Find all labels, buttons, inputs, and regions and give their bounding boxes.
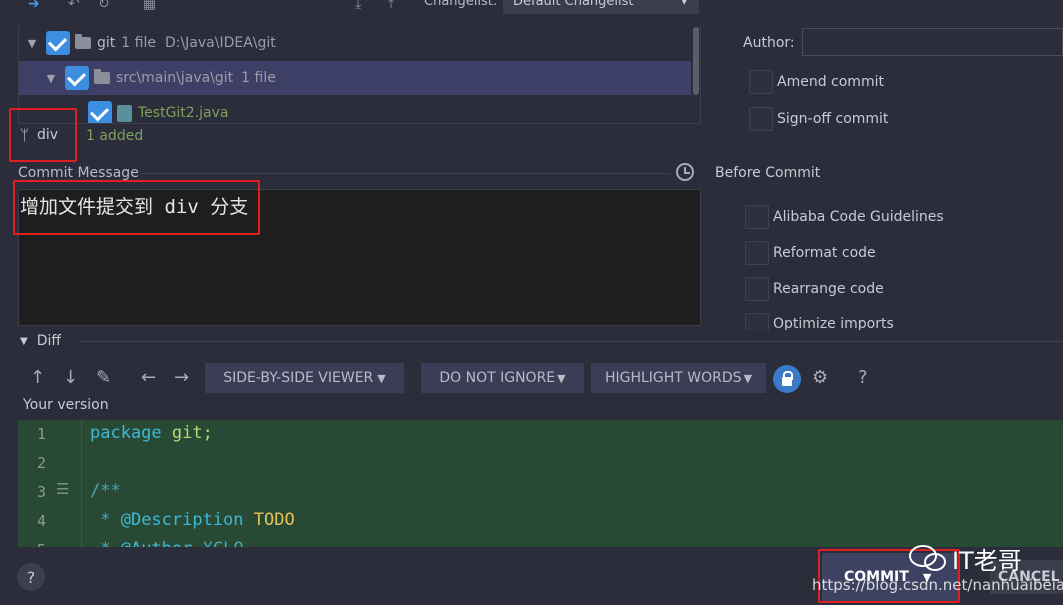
changes-tree: ▼ git 1 file D:\Java\IDEA\git ▼ src\main… — [18, 25, 701, 124]
undo-icon[interactable]: ↶ — [68, 0, 80, 12]
watermark-brand: IT老哥 — [952, 547, 1022, 575]
prev-diff-icon[interactable]: ↑ — [30, 367, 45, 388]
changelist-value: Default Changelist — [513, 0, 634, 9]
code-line: 3 ☰ /** — [18, 478, 1063, 507]
viewer-mode-label: SIDE-BY-SIDE VIEWER — [223, 370, 374, 386]
line-number: 3 — [36, 483, 46, 501]
rearrange-label: Rearrange code — [773, 281, 884, 297]
code-text: package git; — [90, 423, 213, 443]
rearrange-option[interactable]: Rearrange code — [745, 277, 884, 301]
next-diff-icon[interactable]: ↓ — [63, 367, 78, 388]
alibaba-option[interactable]: Alibaba Code Guidelines — [745, 205, 944, 229]
tree-row-root[interactable]: ▼ git 1 file D:\Java\IDEA\git — [19, 26, 691, 60]
back-icon[interactable]: ← — [141, 367, 156, 388]
line-number: 2 — [36, 454, 46, 472]
your-version-label: Your version — [23, 397, 109, 413]
chevron-down-icon: ▼ — [377, 371, 386, 385]
viewer-mode-dropdown[interactable]: SIDE-BY-SIDE VIEWER ▼ — [205, 363, 404, 393]
signoff-option[interactable]: Sign-off commit — [749, 107, 888, 131]
folder-count: 1 file — [241, 70, 276, 86]
highlight-label: HIGHLIGHT WORDS — [604, 370, 742, 386]
line-number: 1 — [36, 425, 46, 443]
forward-icon[interactable]: → — [174, 367, 189, 388]
ignore-label: DO NOT IGNORE — [439, 370, 556, 386]
chevron-down-icon: ▼ — [557, 371, 566, 385]
reformat-label: Reformat code — [773, 245, 876, 261]
folder-path: src\main\java\git — [116, 70, 234, 86]
tree-row-file[interactable]: TestGit2.java — [19, 96, 691, 123]
help-icon[interactable]: ? — [858, 367, 868, 388]
code-line: 4 * @Description TODO — [18, 507, 1063, 536]
history-clock-icon[interactable] — [676, 163, 694, 181]
divider — [140, 173, 670, 174]
code-text: * @Author XCLO — [90, 539, 243, 547]
root-path: D:\Java\IDEA\git — [164, 35, 276, 51]
alibaba-checkbox[interactable] — [745, 205, 769, 229]
java-file-icon — [117, 104, 132, 122]
root-count: 1 file — [121, 35, 156, 51]
expand-arrow-icon[interactable]: ▼ — [24, 37, 40, 50]
fold-icon[interactable]: ☰ — [56, 480, 69, 498]
divider — [80, 341, 1063, 342]
gear-icon[interactable]: ⚙ — [812, 367, 828, 388]
amend-commit-option[interactable]: Amend commit — [749, 70, 884, 94]
commit-message-label: Commit Message — [18, 165, 139, 181]
code-line: 1 package git; — [18, 420, 1063, 449]
code-line: 2 — [18, 449, 1063, 478]
tree-scrollbar[interactable] — [691, 25, 700, 123]
collapse-all-icon[interactable]: ⤒ — [388, 0, 394, 12]
chevron-down-icon: ▾ — [681, 0, 688, 9]
change-status: 1 added — [86, 128, 144, 144]
file-name: TestGit2.java — [138, 105, 229, 121]
author-field[interactable] — [802, 28, 1063, 56]
reformat-checkbox[interactable] — [745, 241, 769, 265]
reformat-option[interactable]: Reformat code — [745, 241, 876, 265]
top-toolbar: ➜ ↶ ↻ ▦ ⤓ ⤒ Changelist: Default Changeli… — [0, 0, 700, 14]
ignore-dropdown[interactable]: DO NOT IGNORE ▼ — [421, 363, 584, 393]
collapse-arrow-icon[interactable]: ▼ — [20, 336, 28, 347]
code-line: 5 * @Author XCLO — [18, 536, 1063, 547]
code-text: /** — [90, 481, 121, 501]
optimize-checkbox[interactable] — [745, 313, 769, 330]
signoff-checkbox[interactable] — [749, 107, 773, 131]
help-button[interactable]: ? — [17, 563, 45, 591]
watermark-url: https://blog.csdn.net/nanhuaibeian — [812, 576, 1063, 594]
tree-row-folder[interactable]: ▼ src\main\java\git 1 file — [19, 61, 691, 95]
code-viewer[interactable]: 1 package git; 2 3 ☰ /** 4 * @Descriptio… — [18, 420, 1063, 547]
file-checkbox[interactable] — [88, 101, 112, 123]
highlight-box-message — [13, 180, 260, 235]
changelist-label: Changelist: — [424, 0, 498, 9]
expand-all-icon[interactable]: ⤓ — [355, 0, 361, 12]
module-icon — [75, 34, 91, 49]
signoff-label: Sign-off commit — [777, 111, 889, 127]
expand-arrow-icon[interactable]: ▼ — [43, 72, 59, 85]
diff-title: Diff — [36, 333, 62, 349]
lock-icon[interactable] — [773, 365, 801, 393]
highlight-box-branch — [9, 108, 77, 162]
root-checkbox[interactable] — [46, 31, 70, 55]
line-number: 4 — [36, 512, 46, 530]
chevron-down-icon: ▼ — [743, 371, 753, 385]
folder-icon — [94, 69, 110, 84]
diff-header[interactable]: ▼ Diff — [20, 333, 61, 349]
amend-label: Amend commit — [777, 74, 884, 90]
highlight-dropdown[interactable]: HIGHLIGHT WORDS ▼ — [591, 363, 766, 393]
amend-checkbox[interactable] — [749, 70, 773, 94]
optimize-option[interactable]: Optimize imports — [745, 313, 894, 330]
code-text: * @Description TODO — [90, 510, 295, 530]
group-icon[interactable]: ▦ — [143, 0, 156, 12]
alibaba-label: Alibaba Code Guidelines — [773, 209, 944, 225]
author-label: Author: — [743, 35, 795, 51]
refresh-icon[interactable]: ↻ — [98, 0, 110, 12]
wechat-logo-icon — [909, 545, 946, 571]
folder-checkbox[interactable] — [65, 66, 89, 90]
optimize-label: Optimize imports — [773, 316, 894, 330]
before-commit-title: Before Commit — [715, 165, 821, 181]
changelist-select[interactable]: Default Changelist ▾ — [503, 0, 699, 14]
rearrange-checkbox[interactable] — [745, 277, 769, 301]
arrow-right-icon[interactable]: ➜ — [28, 0, 40, 12]
edit-icon[interactable]: ✎ — [96, 367, 111, 388]
root-name: git — [97, 35, 116, 51]
